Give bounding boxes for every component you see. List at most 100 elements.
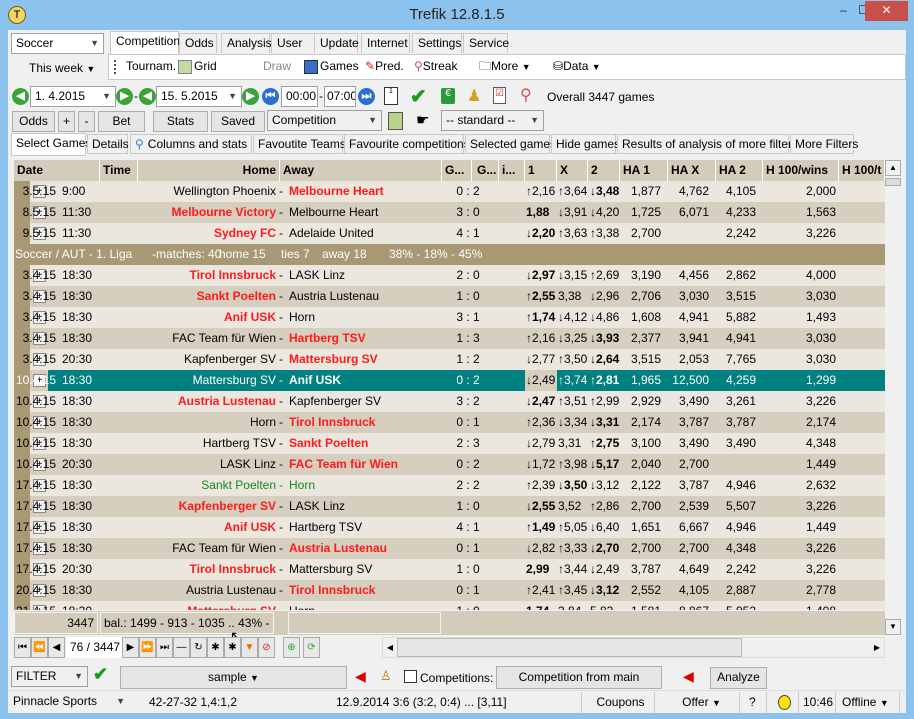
alarm-icon[interactable]: ♙ [380,668,392,684]
table-row[interactable]: +17.4.15 18:30 Anif USK - Hartberg TSV 4 : 1… [14,517,885,538]
menu-tab-user[interactable]: User [271,33,315,53]
nav-mark-icon[interactable]: ✱ [224,637,241,658]
date-to-next-icon[interactable]: ▶ [242,88,259,105]
scroll-up-icon[interactable]: ▲ [885,160,901,176]
sub-tab-select-games[interactable]: Select Games [11,133,91,156]
nav-reload-icon[interactable]: ⟳ [303,637,320,658]
table-row[interactable]: +10.4.15 18:30 Horn - Tirol Innsbruck 0 : 1 ↑… [14,412,885,433]
competition-select[interactable]: Competition ▼ [267,110,382,131]
menu-tab-internet[interactable]: Internet [361,33,410,53]
table-row[interactable]: +3.4.15 18:30 FAC Team für Wien - Hartberg … [14,328,885,349]
sub-tab-favoutite-teams[interactable]: Favoutite Teams [253,134,346,154]
time-to-input[interactable]: 07:00 [324,86,356,107]
nav-add-icon[interactable]: ⊕ [283,637,300,658]
search-icon[interactable]: ⚲ [520,85,532,105]
table-row[interactable]: +17.4.15 18:30 Kapfenberger SV - LASK Linz 1… [14,496,885,517]
saved-button[interactable]: Saved [211,111,265,132]
sport-select[interactable]: Soccer ▼ [11,33,104,54]
nav-first-icon[interactable]: ⏮ [14,637,31,658]
column-header-8[interactable]: 1 [525,160,557,181]
column-header-9[interactable]: X [557,160,588,181]
nav-cancel-icon[interactable]: ⊘ [258,637,275,658]
scroll-thumb[interactable] [885,178,901,186]
help-button[interactable]: ? [745,692,767,713]
nav-last-icon[interactable]: ⏭ [156,637,173,658]
column-header-14[interactable]: H 100/wins [763,160,839,181]
menu-tab-service[interactable]: Service [463,33,509,53]
menu-tab-update[interactable]: Update [314,33,359,53]
nav-refresh-icon[interactable]: ↻ [190,637,207,658]
time-to-reset-icon[interactable]: ⏭ [358,88,375,105]
checklist-icon[interactable]: ☑ [493,87,506,104]
nav-delete-icon[interactable]: — [173,637,190,658]
date-to-picker[interactable]: 15. 5.2015 ▼ [156,86,242,107]
column-header-10[interactable]: 2 [588,160,620,181]
column-header-4[interactable]: G... [442,160,472,181]
table-row[interactable]: +10.4.15 20:30 LASK Linz - FAC Team für Wie… [14,454,885,475]
date-to-prev-icon[interactable]: ◀ [139,88,156,105]
column-header-0[interactable]: Date [14,160,100,181]
nav-next-icon[interactable]: ▶ [122,637,139,658]
table-row[interactable]: +3.5.15 9:00 Wellington Phoenix - Melbourne… [14,181,885,202]
table-row[interactable]: +21.4.1518:30Mattersburg SV -Horn1 : 01,… [14,601,885,610]
scroll-left-icon[interactable]: ◀ [383,638,397,657]
sub-tab-favourite-competitions[interactable]: Favourite competitions [344,134,470,154]
data-button[interactable]: ⛁Data ▼ [553,56,601,76]
competitions-checkbox[interactable] [404,670,417,683]
pred-button[interactable]: ✎Pred. [365,56,404,76]
nav-insert-icon[interactable]: ✱ [207,637,224,658]
menu-tab-analysis[interactable]: Analysis [221,33,272,53]
table-row[interactable]: +3.4.15 20:30 Kapfenberger SV - Mattersburg… [14,349,885,370]
table-row[interactable]: +10.4.15 18:30 Mattersburg SV - Anif USK 0 :… [14,370,885,391]
close-button[interactable]: ✕ [865,1,908,21]
tournam-button[interactable]: Tournam. [114,56,176,76]
date-from-picker[interactable]: 1. 4.2015 ▼ [30,86,116,107]
table-row[interactable]: +17.4.15 18:30 Sankt Poelten - Horn 2 : 2 ↑2,… [14,475,885,496]
nav-prev-page-icon[interactable]: ⏪ [31,637,48,658]
vertical-scrollbar[interactable]: ▲ ▼ [885,160,901,635]
scroll-right-icon[interactable]: ▶ [870,638,884,657]
table-row[interactable]: +10.4.15 18:30 Austria Lustenau - Kapfenber… [14,391,885,412]
nav-next-page-icon[interactable]: ⏩ [139,637,156,658]
column-header-13[interactable]: HA 2 [716,160,763,181]
group-header-row[interactable]: Soccer / AUT - 1. Liga -matches: 40 home 1… [14,244,885,265]
time-from-reset-icon[interactable]: ⏮ [262,88,279,105]
period-button[interactable]: This week ▼ [29,61,95,75]
table-row[interactable]: +3.4.15 18:30 Anif USK - Horn 3 : 1 ↑1,74 ↓4,1… [14,307,885,328]
sub-tab-columns-and-stats[interactable]: ⚲ Columns and stats [130,134,252,154]
export-icon[interactable] [388,112,403,130]
table-row[interactable]: +3.4.15 18:30 Tirol Innsbruck - LASK Linz 2 … [14,265,885,286]
horizontal-scrollbar[interactable]: ◀ ▶ [382,637,885,658]
sub-tab-selected-games[interactable]: Selected games [465,134,556,154]
stats-button[interactable]: Stats [153,111,208,132]
sub-tab-results-of-analysis-of-more-filters[interactable]: Results of analysis of more filters [617,134,798,154]
table-row[interactable]: +20.4.15 18:30 Austria Lustenau - Tirol Inn… [14,580,885,601]
competition-source-select[interactable]: Competition from main window ▼ [496,666,662,705]
grid-button[interactable]: Grid [178,56,217,76]
date-from-next-icon[interactable]: ▶ [116,88,133,105]
column-header-1[interactable]: Time [100,160,138,181]
table-row[interactable]: +3.4.15 18:30 Sankt Poelten - Austria Luste… [14,286,885,307]
menu-tab-odds[interactable]: Odds [179,33,217,53]
menu-tab-competition[interactable]: Competition [110,31,180,54]
column-header-3[interactable]: Away [280,160,442,181]
horizontal-scroll-thumb[interactable] [397,638,742,657]
table-row[interactable]: +8.5.15 11:30 Melbourne Victory - Melbourne… [14,202,885,223]
column-header-7[interactable]: i... [499,160,525,181]
coupons-button[interactable]: Coupons [583,692,655,713]
odds-button[interactable]: Odds [12,111,55,132]
sub-tab-details[interactable]: Details [87,134,129,154]
standard-select[interactable]: -- standard -- ▼ [441,110,544,131]
games-button[interactable]: Games [304,56,359,76]
nav-prev-icon[interactable]: ◀ [48,637,65,658]
draw-button[interactable]: Draw [263,56,291,76]
column-header-11[interactable]: HA 1 [620,160,668,181]
column-header-15[interactable]: H 100/t [839,160,885,181]
filter-select[interactable]: FILTER ▼ [11,666,88,687]
euro-icon[interactable]: € [441,88,455,104]
bet-button[interactable]: Bet [98,111,145,132]
column-header-2[interactable]: Home [138,160,280,181]
apply-check-icon[interactable]: ✔ [410,84,427,109]
joystick-icon[interactable]: ♟ [467,86,481,106]
calendar-icon[interactable]: 1 [384,87,398,105]
